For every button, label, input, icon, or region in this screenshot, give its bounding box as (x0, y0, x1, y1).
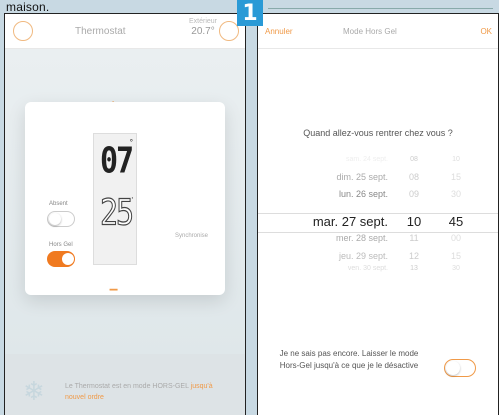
picker-minute: 00 (450, 233, 461, 243)
picker-hour: 08 (408, 172, 419, 182)
picker-minute: 30 (452, 265, 460, 272)
degree-mark: ° (129, 138, 133, 147)
picker-hour: 11 (409, 233, 419, 243)
decrease-button[interactable]: − (109, 282, 118, 300)
date-time-picker[interactable]: sam. 24 sept. 08 10 dim. 25 sept. 08 15 lun. 2… (258, 156, 498, 289)
picker-minute: 15 (450, 251, 461, 261)
thermostat-screen: Thermostat Extérieur 20.7° + 07 ° 25 ' A… (4, 13, 246, 415)
thermostat-display: 07 ° 25 ' (93, 133, 137, 265)
snowflake-icon: ❄ (23, 376, 45, 406)
picker-row[interactable]: mer. 28 sept. 11 00 (258, 233, 498, 247)
menu-icon[interactable] (13, 21, 33, 41)
thermostat-header: Thermostat Extérieur 20.7° (5, 14, 245, 49)
exterior-label: Extérieur (188, 18, 217, 25)
hors-gel-label: Hors Gel (49, 242, 73, 248)
sync-label: Synchronise (175, 233, 209, 239)
return-question: Quand allez-vous rentrer chez vous ? (303, 128, 453, 138)
ok-button[interactable]: OK (480, 27, 492, 36)
picker-minute: 10 (452, 156, 460, 163)
picker-day: lun. 26 sept. (338, 189, 388, 199)
degree-mark-2: ' (131, 196, 133, 205)
picker-row[interactable]: ven. 30 sept. 13 30 (258, 265, 498, 279)
picker-minute: 15 (450, 172, 461, 182)
picker-day: mer. 28 sept. (335, 233, 388, 243)
thermostat-body: + 07 ° 25 ' Absent Hors Gel Synchronise … (5, 49, 245, 380)
picker-day: mar. 27 sept. (312, 214, 388, 229)
setpoint-digits: 07 (100, 140, 134, 182)
absent-label: Absent (49, 201, 68, 207)
temperature-digits: 25 (99, 191, 134, 234)
picker-day: dim. 25 sept. (336, 172, 388, 182)
caption-fragment: maison. (6, 0, 50, 14)
status-footer: ❄ Le Thermostat est en mode HORS-GEL jus… (5, 354, 245, 415)
absent-toggle[interactable] (47, 211, 75, 227)
hors-gel-toggle[interactable] (47, 251, 75, 267)
picker-row-selected[interactable]: mar. 27 sept. 10 45 (258, 214, 498, 232)
picker-hour: 12 (408, 251, 419, 261)
undecided-toggle[interactable] (444, 359, 476, 377)
picker-minute: 30 (450, 189, 461, 199)
picker-day: sam. 24 sept. (345, 156, 388, 163)
status-message: Le Thermostat est en mode HORS-GEL jusqu… (65, 381, 235, 403)
settings-icon[interactable] (219, 21, 239, 41)
status-text: Le Thermostat est en mode HORS-GEL (65, 383, 189, 390)
picker-day: ven. 30 sept. (347, 265, 388, 272)
caption-rule (268, 8, 493, 9)
picker-hour: 10 (406, 214, 422, 229)
undecided-text: Je ne sais pas encore. Laisser le mode H… (279, 349, 419, 370)
picker-row[interactable]: sam. 24 sept. 08 10 (258, 156, 498, 170)
picker-row[interactable]: dim. 25 sept. 08 15 (258, 172, 498, 186)
picker-hour: 09 (408, 189, 419, 199)
step-badge: 1 (237, 0, 263, 26)
exterior-value: 20.7° (191, 26, 215, 37)
hors-gel-screen: Annuler Mode Hors Gel OK Quand allez-vou… (257, 13, 499, 415)
thermostat-title: Thermostat (75, 26, 126, 37)
picker-hour: 13 (410, 265, 418, 272)
picker-day: jeu. 29 sept. (338, 251, 388, 261)
exterior-temp: Extérieur 20.7° (183, 18, 223, 37)
picker-row[interactable]: jeu. 29 sept. 12 15 (258, 251, 498, 265)
hors-gel-title: Mode Hors Gel (343, 27, 397, 36)
picker-minute: 45 (448, 214, 464, 229)
hors-gel-header: Annuler Mode Hors Gel OK (258, 14, 498, 49)
picker-hour: 08 (410, 156, 418, 163)
picker-row[interactable]: lun. 26 sept. 09 30 (258, 189, 498, 203)
cancel-button[interactable]: Annuler (265, 27, 293, 36)
